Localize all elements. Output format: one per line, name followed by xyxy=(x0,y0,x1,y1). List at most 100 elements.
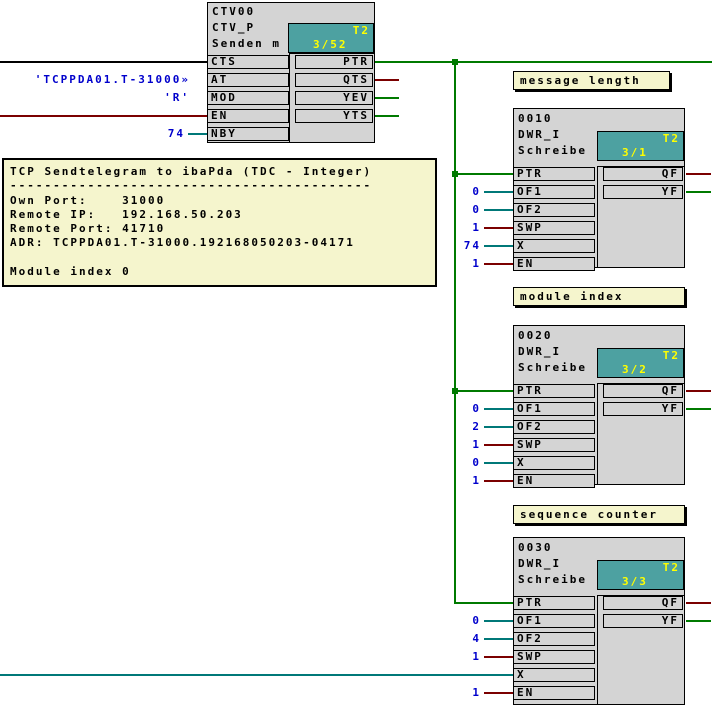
pin-0030-swp[interactable]: SWP xyxy=(513,650,595,664)
pin-0010-ptr[interactable]: PTR xyxy=(513,167,595,181)
wire-ptr-branch-0010[interactable] xyxy=(455,173,513,175)
value-0020-swp[interactable]: 1 xyxy=(472,438,481,452)
value-0020-of2[interactable]: 2 xyxy=(472,420,481,434)
wire-cts-input[interactable] xyxy=(0,61,207,63)
wire-ptr-branch-0020[interactable] xyxy=(455,390,513,392)
block-0020[interactable]: 0020 DWR_I Schreibe T2 3/2 PTR OF1 OF2 S… xyxy=(513,325,685,485)
pin-ctv00-cts[interactable]: CTS xyxy=(207,55,289,69)
pin-0030-en[interactable]: EN xyxy=(513,686,595,700)
pin-ctv00-at[interactable]: AT xyxy=(207,73,289,87)
pin-0030-yf[interactable]: YF xyxy=(603,614,683,628)
pin-ctv00-mod[interactable]: MOD xyxy=(207,91,289,105)
pin-ctv00-yev[interactable]: YEV xyxy=(295,91,373,105)
stub-x-0020[interactable] xyxy=(484,462,513,464)
stub-of2-0020[interactable] xyxy=(484,426,513,428)
stub-en-0020[interactable] xyxy=(484,480,513,482)
task-name: T2 xyxy=(663,561,680,575)
stub-x-0010[interactable] xyxy=(484,245,513,247)
stub-en-0030[interactable] xyxy=(484,692,513,694)
stub-yev-output[interactable] xyxy=(375,97,399,99)
block-0010[interactable]: 0010 DWR_I Schreibe T2 3/1 PTR OF1 OF2 S… xyxy=(513,108,685,268)
value-0020-of1[interactable]: 0 xyxy=(472,402,481,416)
value-ctv00-mod[interactable]: 'R' xyxy=(164,91,190,105)
pin-0020-qf[interactable]: QF xyxy=(603,384,683,398)
junction-dot xyxy=(452,59,458,65)
wire-ptr-branch-0030[interactable] xyxy=(455,602,513,604)
junction-dot xyxy=(452,388,458,394)
wire-ptr-bus-v[interactable] xyxy=(454,61,456,604)
pin-0010-of1[interactable]: OF1 xyxy=(513,185,595,199)
value-0010-of2[interactable]: 0 xyxy=(472,203,481,217)
pin-0030-qf[interactable]: QF xyxy=(603,596,683,610)
pin-0020-ptr[interactable]: PTR xyxy=(513,384,595,398)
value-ctv00-nby[interactable]: 74 xyxy=(168,127,185,141)
comment-box[interactable]: TCP Sendtelegram to ibaPda (TDC - Intege… xyxy=(2,158,437,287)
pin-0010-en[interactable]: EN xyxy=(513,257,595,271)
pin-ctv00-nby[interactable]: NBY xyxy=(207,127,289,141)
stub-of2-0010[interactable] xyxy=(484,209,513,211)
stub-en-0010[interactable] xyxy=(484,263,513,265)
stub-yts-output[interactable] xyxy=(375,115,399,117)
value-0030-of2[interactable]: 4 xyxy=(472,632,481,646)
value-0030-en[interactable]: 1 xyxy=(472,686,481,700)
pin-ctv00-yts[interactable]: YTS xyxy=(295,109,373,123)
pin-0030-x[interactable]: X xyxy=(513,668,595,682)
block-ctv00[interactable]: CTV00 CTV_P Senden m T2 3/52 CTS AT MOD … xyxy=(207,2,375,143)
pin-0030-ptr[interactable]: PTR xyxy=(513,596,595,610)
stub-qts-output[interactable] xyxy=(375,79,399,81)
pin-0020-swp[interactable]: SWP xyxy=(513,438,595,452)
pin-0020-of2[interactable]: OF2 xyxy=(513,420,595,434)
task-name: T2 xyxy=(663,349,680,363)
value-0010-x[interactable]: 74 xyxy=(464,239,481,253)
pin-0020-en[interactable]: EN xyxy=(513,474,595,488)
value-0010-swp[interactable]: 1 xyxy=(472,221,481,235)
stub-nby-input[interactable] xyxy=(188,133,207,135)
wire-en-input[interactable] xyxy=(0,115,207,117)
block-type: DWR_I xyxy=(518,127,561,143)
pin-ctv00-qts[interactable]: QTS xyxy=(295,73,373,87)
block-0030[interactable]: 0030 DWR_I Schreibe T2 3/3 PTR OF1 OF2 S… xyxy=(513,537,685,705)
pin-0010-swp[interactable]: SWP xyxy=(513,221,595,235)
label-message-length[interactable]: message length xyxy=(513,71,670,90)
value-ctv00-at[interactable]: 'TCPPDA01.T-31000» xyxy=(35,73,190,87)
pin-0010-qf[interactable]: QF xyxy=(603,167,683,181)
label-module-index[interactable]: module index xyxy=(513,287,685,306)
value-0010-of1[interactable]: 0 xyxy=(472,185,481,199)
value-0010-en[interactable]: 1 xyxy=(472,257,481,271)
task-name: T2 xyxy=(663,132,680,146)
block-comment: Schreibe xyxy=(518,572,587,588)
value-0020-x[interactable]: 0 xyxy=(472,456,481,470)
stub-swp-0020[interactable] xyxy=(484,444,513,446)
pin-0030-of1[interactable]: OF1 xyxy=(513,614,595,628)
comment-line: Own Port: 31000 xyxy=(10,194,429,208)
stub-qf-0020[interactable] xyxy=(686,390,711,392)
pin-ctv00-en[interactable]: EN xyxy=(207,109,289,123)
exec-order: 3/3 xyxy=(622,575,648,589)
stub-yf-0030[interactable] xyxy=(686,620,711,622)
pin-0020-yf[interactable]: YF xyxy=(603,402,683,416)
pin-ctv00-ptr[interactable]: PTR xyxy=(295,55,373,69)
stub-yf-0020[interactable] xyxy=(686,408,711,410)
wire-x-0030[interactable] xyxy=(0,674,513,676)
stub-swp-0030[interactable] xyxy=(484,656,513,658)
stub-of1-0030[interactable] xyxy=(484,620,513,622)
pin-0010-x[interactable]: X xyxy=(513,239,595,253)
pin-0030-of2[interactable]: OF2 xyxy=(513,632,595,646)
pin-0020-x[interactable]: X xyxy=(513,456,595,470)
wire-ptr-bus-h[interactable] xyxy=(375,61,712,63)
stub-of1-0010[interactable] xyxy=(484,191,513,193)
value-0030-of1[interactable]: 0 xyxy=(472,614,481,628)
stub-qf-0030[interactable] xyxy=(686,602,711,604)
value-0030-swp[interactable]: 1 xyxy=(472,650,481,664)
stub-yf-0010[interactable] xyxy=(686,191,711,193)
stub-of1-0020[interactable] xyxy=(484,408,513,410)
stub-qf-0010[interactable] xyxy=(686,173,711,175)
pin-0010-of2[interactable]: OF2 xyxy=(513,203,595,217)
label-sequence-counter[interactable]: sequence counter xyxy=(513,505,685,524)
value-0020-en[interactable]: 1 xyxy=(472,474,481,488)
pin-0020-of1[interactable]: OF1 xyxy=(513,402,595,416)
stub-of2-0030[interactable] xyxy=(484,638,513,640)
stub-swp-0010[interactable] xyxy=(484,227,513,229)
pin-0010-yf[interactable]: YF xyxy=(603,185,683,199)
label-text: sequence counter xyxy=(520,508,658,521)
